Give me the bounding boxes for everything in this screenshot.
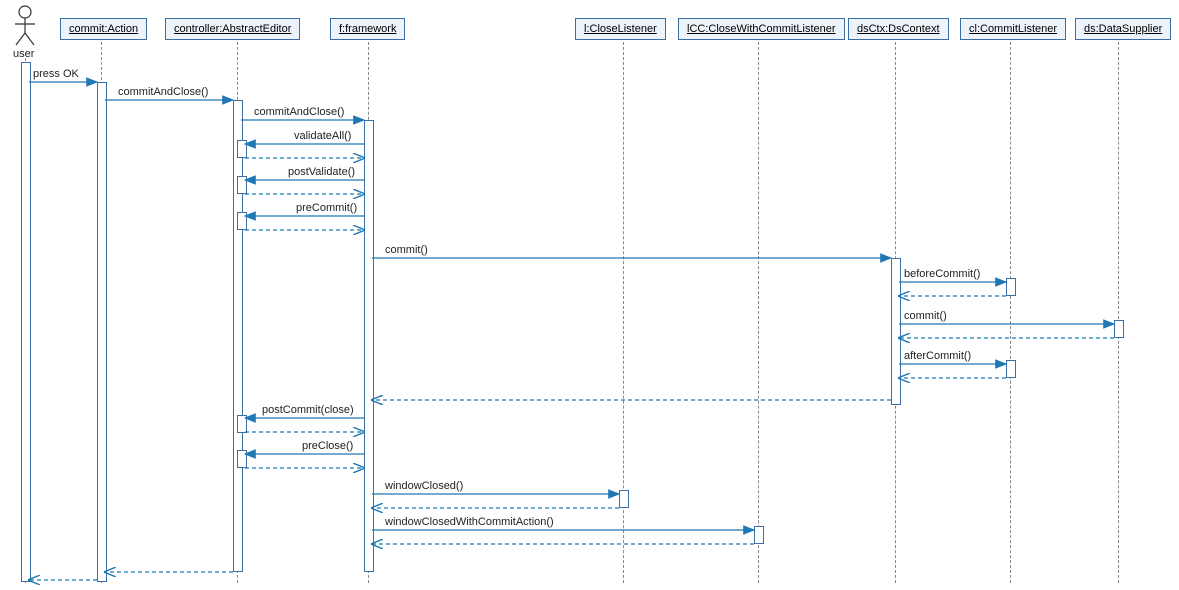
msg-commit-ds: commit() — [904, 310, 947, 322]
msg-press-ok: press OK — [33, 68, 79, 80]
msg-pre-close: preClose() — [302, 440, 353, 452]
msg-window-closed: windowClosed() — [385, 480, 463, 492]
msg-post-validate: postValidate() — [288, 166, 355, 178]
msg-validate-all: validateAll() — [294, 130, 351, 142]
msg-window-closed-commit: windowClosedWithCommitAction() — [385, 516, 554, 528]
msg-post-commit: postCommit(close) — [262, 404, 354, 416]
msg-commit-and-close-1: commitAndClose() — [118, 86, 208, 98]
msg-commit-and-close-2: commitAndClose() — [254, 106, 344, 118]
msg-before-commit: beforeCommit() — [904, 268, 980, 280]
msg-pre-commit: preCommit() — [296, 202, 357, 214]
msg-after-commit: afterCommit() — [904, 350, 971, 362]
msg-commit: commit() — [385, 244, 428, 256]
